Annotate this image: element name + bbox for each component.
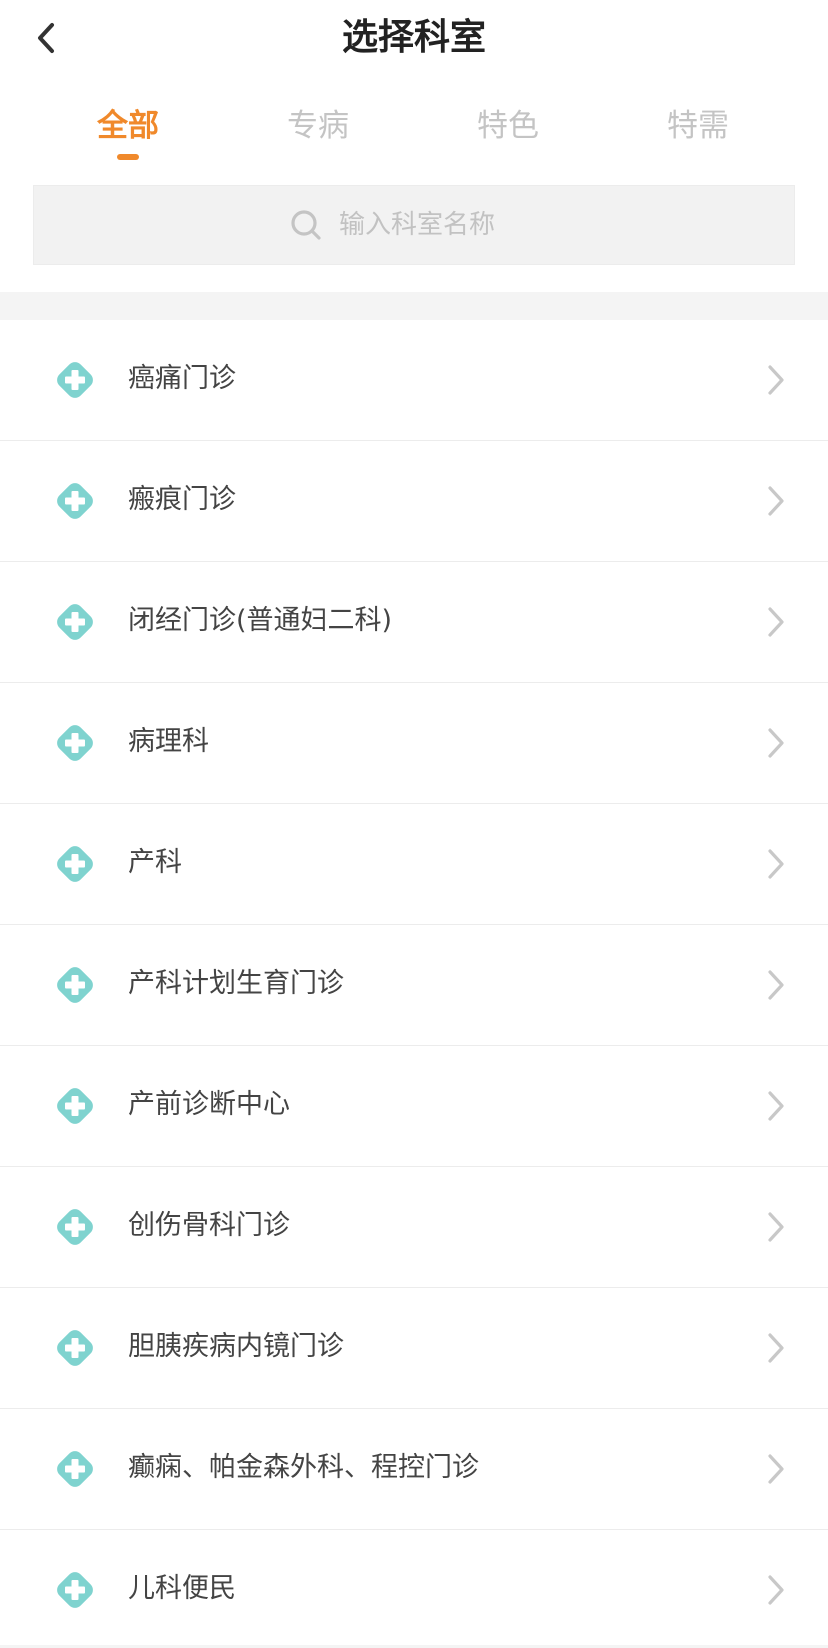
- tab-featured[interactable]: 特色: [413, 80, 603, 172]
- chevron-right-icon: [768, 728, 784, 758]
- chevron-right-icon: [768, 365, 784, 395]
- department-row[interactable]: 闭经门诊(普通妇二科): [0, 562, 828, 683]
- department-name: 儿科便民: [128, 1573, 236, 1604]
- tab-label: 专病: [287, 108, 349, 144]
- medical-cross-icon: [57, 604, 93, 640]
- search-input[interactable]: [339, 210, 539, 240]
- medical-cross-icon: [57, 1088, 93, 1124]
- department-name: 病理科: [128, 726, 209, 757]
- department-name: 癫痫、帕金森外科、程控门诊: [128, 1452, 479, 1483]
- page-title: 选择科室: [341, 17, 486, 58]
- chevron-right-icon: [768, 1333, 784, 1363]
- medical-cross-icon: [57, 362, 93, 398]
- medical-cross-icon: [57, 1572, 93, 1608]
- department-row[interactable]: 癌痛门诊: [0, 320, 828, 441]
- search-icon: [291, 210, 321, 240]
- department-name: 癌痛门诊: [128, 363, 236, 394]
- department-name: 瘢痕门诊: [128, 484, 236, 515]
- department-name: 创伤骨科门诊: [128, 1210, 290, 1241]
- department-name: 产科: [128, 847, 182, 878]
- department-name: 产前诊断中心: [128, 1089, 290, 1120]
- nav-header: 选择科室: [0, 0, 828, 80]
- medical-cross-icon: [57, 725, 93, 761]
- tab-label: 全部: [97, 108, 159, 144]
- tab-special-needs[interactable]: 特需: [603, 80, 793, 172]
- chevron-right-icon: [768, 486, 784, 516]
- category-tabs: 全部 专病 特色 特需: [0, 80, 828, 172]
- department-row[interactable]: 病理科: [0, 683, 828, 804]
- tab-label: 特色: [477, 108, 539, 144]
- chevron-right-icon: [768, 849, 784, 879]
- medical-cross-icon: [57, 1209, 93, 1245]
- department-row[interactable]: 儿科便民: [0, 1530, 828, 1645]
- medical-cross-icon: [57, 483, 93, 519]
- medical-cross-icon: [57, 1330, 93, 1366]
- top-panel: 选择科室 全部 专病 特色 特需: [0, 0, 828, 292]
- medical-cross-icon: [57, 967, 93, 1003]
- department-name: 胆胰疾病内镜门诊: [128, 1331, 344, 1362]
- department-row[interactable]: 胆胰疾病内镜门诊: [0, 1288, 828, 1409]
- chevron-right-icon: [768, 970, 784, 1000]
- search-bar[interactable]: [33, 185, 795, 265]
- chevron-right-icon: [768, 607, 784, 637]
- department-row[interactable]: 癫痫、帕金森外科、程控门诊: [0, 1409, 828, 1530]
- medical-cross-icon: [57, 1451, 93, 1487]
- tab-all[interactable]: 全部: [33, 80, 223, 172]
- tab-special-disease[interactable]: 专病: [223, 80, 413, 172]
- tab-label: 特需: [667, 108, 729, 144]
- department-name: 产科计划生育门诊: [128, 968, 344, 999]
- medical-cross-icon: [57, 846, 93, 882]
- chevron-right-icon: [768, 1212, 784, 1242]
- chevron-right-icon: [768, 1454, 784, 1484]
- chevron-right-icon: [768, 1575, 784, 1605]
- department-row[interactable]: 产科计划生育门诊: [0, 925, 828, 1046]
- department-name: 闭经门诊(普通妇二科): [128, 605, 393, 636]
- chevron-right-icon: [768, 1091, 784, 1121]
- department-row[interactable]: 瘢痕门诊: [0, 441, 828, 562]
- department-list: 癌痛门诊 瘢痕门诊 闭经门诊(普通妇二科) 病理科 产科 产科计划生育门诊 产前…: [0, 320, 828, 1645]
- department-row[interactable]: 产科: [0, 804, 828, 925]
- department-row[interactable]: 创伤骨科门诊: [0, 1167, 828, 1288]
- department-select-page: 选择科室 全部 专病 特色 特需 输入科室名称 癌痛门诊 瘢痕门诊 闭经门诊(普…: [0, 0, 828, 1645]
- department-row[interactable]: 产前诊断中心: [0, 1046, 828, 1167]
- active-tab-indicator: [117, 154, 139, 160]
